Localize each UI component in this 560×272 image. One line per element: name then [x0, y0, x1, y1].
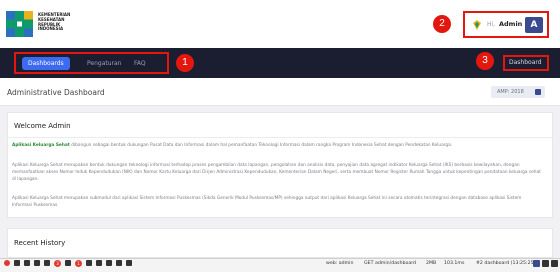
logo-text: KEMENTERIAN KESEHATAN REPUBLIK INDONESIA [38, 12, 70, 32]
user-name: Admin [499, 20, 523, 28]
book-icon[interactable] [116, 260, 122, 266]
debug-memory: 2MB [426, 261, 437, 266]
database-icon[interactable] [86, 260, 92, 266]
gem-icon [473, 20, 481, 30]
queries-count-badge: 1 [75, 260, 82, 267]
welcome-title: Welcome Admin [14, 122, 71, 130]
app-name-highlight: Aplikasi Keluarga Sehat [12, 143, 70, 148]
tab-dashboards[interactable]: Dashboards [22, 57, 70, 70]
logo-icon[interactable] [6, 11, 33, 37]
gear-icon[interactable] [126, 260, 132, 266]
divider [7, 137, 553, 138]
tab-pengaturan[interactable]: Pengaturan [87, 57, 122, 70]
list-icon[interactable] [106, 260, 112, 266]
debug-user: web: admin [326, 261, 354, 266]
star-icon[interactable] [34, 260, 40, 266]
welcome-paragraph-1: Aplikasi Keluarga Sehat dibangun sebagai… [12, 142, 542, 149]
welcome-paragraph-3: Aplikasi Keluarga Sehat merupakan submod… [12, 196, 522, 208]
dashboard-link[interactable]: Dashboard [509, 58, 542, 68]
collapse-icon[interactable] [542, 260, 549, 267]
calendar-icon [535, 89, 541, 95]
recent-history-card [7, 228, 553, 258]
callout-badge-1: 1 [176, 54, 194, 72]
laravel-icon[interactable] [4, 260, 10, 266]
callout-badge-2: 2 [433, 15, 451, 33]
callout-badge-3: 3 [476, 52, 494, 70]
logo-line: INDONESIA [38, 26, 64, 32]
year-badge-label: AMP: 2018 [497, 89, 524, 95]
avatar[interactable]: A [525, 17, 543, 33]
recent-history-title: Recent History [14, 239, 66, 247]
user-greeting: Hi, [487, 21, 496, 28]
lock-icon[interactable] [96, 260, 102, 266]
user-menu[interactable]: Hi, Admin A [463, 11, 549, 38]
year-badge[interactable]: AMP: 2018 [491, 86, 545, 98]
debug-time: 103.1ms [444, 261, 465, 266]
welcome-paragraph-2: Aplikasi Keluarga Sehat merupakan bentuk… [12, 163, 541, 182]
page-title: Administrative Dashboard [7, 88, 105, 97]
tab-faq[interactable]: FAQ [134, 57, 146, 70]
close-icon[interactable] [551, 260, 558, 267]
views-icon[interactable] [65, 260, 71, 266]
debug-toolbar-icons: 3 1 [4, 260, 132, 267]
paragraph-text: dibangun sebagai bentuk dukungan Pusat D… [69, 143, 453, 148]
exceptions-count-badge: 3 [54, 260, 61, 267]
messages-icon[interactable] [14, 260, 20, 266]
request-select-icon[interactable] [533, 260, 540, 267]
rocket-icon[interactable] [44, 260, 50, 266]
debug-route[interactable]: GET admin/dashboard [364, 261, 416, 266]
debug-request[interactable]: #2 dashboard (13:25:25) [476, 261, 535, 266]
timeline-icon[interactable] [24, 260, 30, 266]
